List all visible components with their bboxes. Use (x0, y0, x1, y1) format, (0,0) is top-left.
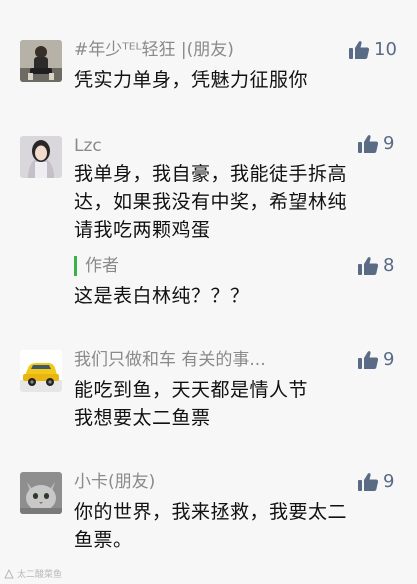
thumbs-up-icon (358, 135, 379, 153)
thumbs-up-icon (358, 351, 379, 369)
comment-text: 凭实力单身，凭魅力征服你 (74, 66, 394, 94)
thumbs-up-icon (358, 473, 379, 491)
watermark: 太二酸菜鱼 (4, 567, 62, 580)
comment-line: 我想要太二鱼票 (74, 407, 211, 429)
watermark-text: 太二酸菜鱼 (17, 570, 63, 580)
comment-text: 你的世界，我来拯救，我要太二 鱼票。 (74, 498, 394, 554)
comment-line: 请我吃两颗鸡蛋 (74, 219, 211, 241)
like-count: 9 (383, 471, 395, 492)
comment-line: 达，如果我没有中奖，希望林纯 (74, 191, 348, 213)
yellow-car-avatar-icon (20, 350, 62, 392)
avatar[interactable] (20, 40, 62, 82)
like-button[interactable]: 9 (357, 350, 394, 370)
comment-username[interactable]: Lzc (74, 136, 102, 156)
like-count: 8 (383, 255, 395, 276)
thumbs-up-icon (349, 41, 370, 59)
comment-line: 凭实力单身，凭魅力征服你 (74, 69, 309, 91)
comment-line: 能吃到鱼，天天都是情人节 (74, 379, 309, 401)
like-button[interactable]: 9 (357, 472, 394, 492)
reply-like-button[interactable]: 8 (357, 256, 394, 276)
avatar[interactable] (20, 472, 62, 514)
woman-photo-avatar-icon (20, 136, 62, 178)
like-button[interactable]: 9 (357, 134, 394, 154)
cat-photo-avatar-icon (20, 472, 62, 514)
avatar[interactable] (20, 136, 62, 178)
avatar[interactable] (20, 350, 62, 392)
comment-text: 能吃到鱼，天天都是情人节 我想要太二鱼票 (74, 376, 394, 432)
comment-username[interactable]: #年少ᵀᴱᴸ轻狂 |(朋友) (74, 40, 234, 60)
man-photo-avatar-icon (20, 40, 62, 82)
comment-line: 你的世界，我来拯救，我要太二 (74, 501, 348, 523)
comment-username[interactable]: 小卡(朋友) (74, 472, 155, 492)
like-button[interactable]: 10 (348, 40, 397, 60)
comment-username[interactable]: 我们只做和车 有关的事... (74, 350, 266, 370)
like-count: 9 (383, 133, 395, 154)
comment-text: 我单身，我自豪，我能徒手拆高 达，如果我没有中奖，希望林纯 请我吃两颗鸡蛋 (74, 160, 394, 244)
reply-author-name[interactable]: 作者 (74, 256, 119, 276)
reply-text: 这是表白林纯？？？ (74, 285, 250, 307)
like-count: 9 (383, 349, 395, 370)
logo-mark-icon (4, 568, 14, 578)
like-count: 10 (374, 39, 397, 60)
comment-line: 我单身，我自豪，我能徒手拆高 (74, 163, 348, 185)
comment-line: 鱼票。 (74, 529, 133, 551)
thumbs-up-icon (358, 257, 379, 275)
